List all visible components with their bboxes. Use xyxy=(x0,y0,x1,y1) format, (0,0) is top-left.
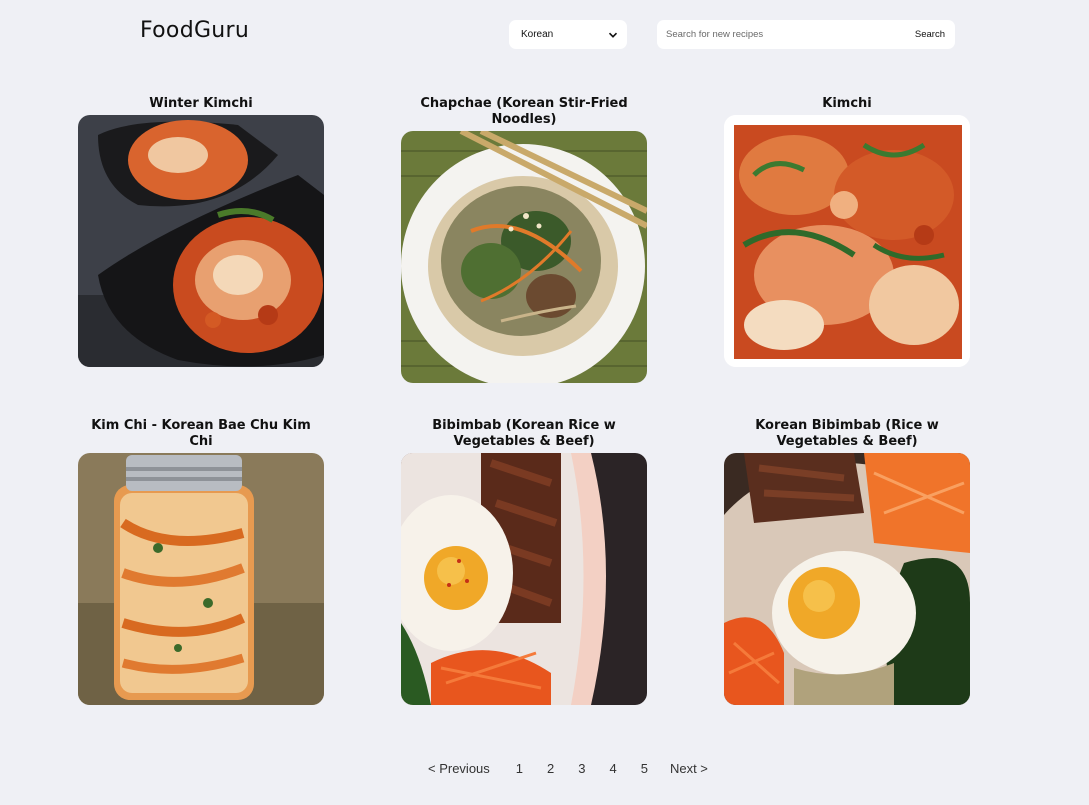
recipe-title[interactable]: Kimchi xyxy=(732,96,962,112)
recipe-card[interactable]: Korean Bibimbab (Rice w Vegetables & Bee… xyxy=(724,418,970,705)
recipe-card[interactable]: Bibimbab (Korean Rice w Vegetables & Bee… xyxy=(401,418,647,705)
pagination-page-5[interactable]: 5 xyxy=(641,761,648,776)
pagination-previous[interactable]: < Previous xyxy=(428,761,490,776)
pagination-next[interactable]: Next > xyxy=(670,761,708,776)
search-input[interactable] xyxy=(657,20,905,49)
chevron-down-icon xyxy=(607,29,619,41)
recipe-title[interactable]: Chapchae (Korean Stir-Fried Noodles) xyxy=(409,96,639,128)
cuisine-select-value: Korean xyxy=(521,29,554,40)
search-bar: Search xyxy=(657,20,955,49)
pagination-page-4[interactable]: 4 xyxy=(610,761,617,776)
app-logo[interactable]: FoodGuru xyxy=(140,18,249,43)
pagination-page-2[interactable]: 2 xyxy=(547,761,554,776)
recipe-card[interactable]: Kim Chi - Korean Bae Chu Kim Chi xyxy=(78,418,324,705)
recipe-image[interactable] xyxy=(724,453,970,705)
pagination: < Previous 1 2 3 4 5 Next > xyxy=(428,761,708,776)
cuisine-select[interactable]: Korean xyxy=(509,20,627,49)
pagination-page-3[interactable]: 3 xyxy=(578,761,585,776)
recipe-image[interactable] xyxy=(78,453,324,705)
recipe-title[interactable]: Korean Bibimbab (Rice w Vegetables & Bee… xyxy=(732,418,962,450)
recipe-card[interactable]: Chapchae (Korean Stir-Fried Noodles) xyxy=(401,96,647,383)
recipe-image[interactable] xyxy=(401,453,647,705)
recipe-title[interactable]: Bibimbab (Korean Rice w Vegetables & Bee… xyxy=(409,418,639,450)
recipe-image[interactable] xyxy=(401,131,647,383)
recipe-image[interactable] xyxy=(78,115,324,367)
search-button[interactable]: Search xyxy=(905,20,955,49)
recipe-title[interactable]: Kim Chi - Korean Bae Chu Kim Chi xyxy=(86,418,316,450)
recipe-card[interactable]: Winter Kimchi xyxy=(78,96,324,367)
recipe-card[interactable]: Kimchi xyxy=(724,96,970,367)
recipe-image[interactable] xyxy=(724,115,970,367)
recipe-title[interactable]: Winter Kimchi xyxy=(86,96,316,112)
pagination-page-1[interactable]: 1 xyxy=(516,761,523,776)
